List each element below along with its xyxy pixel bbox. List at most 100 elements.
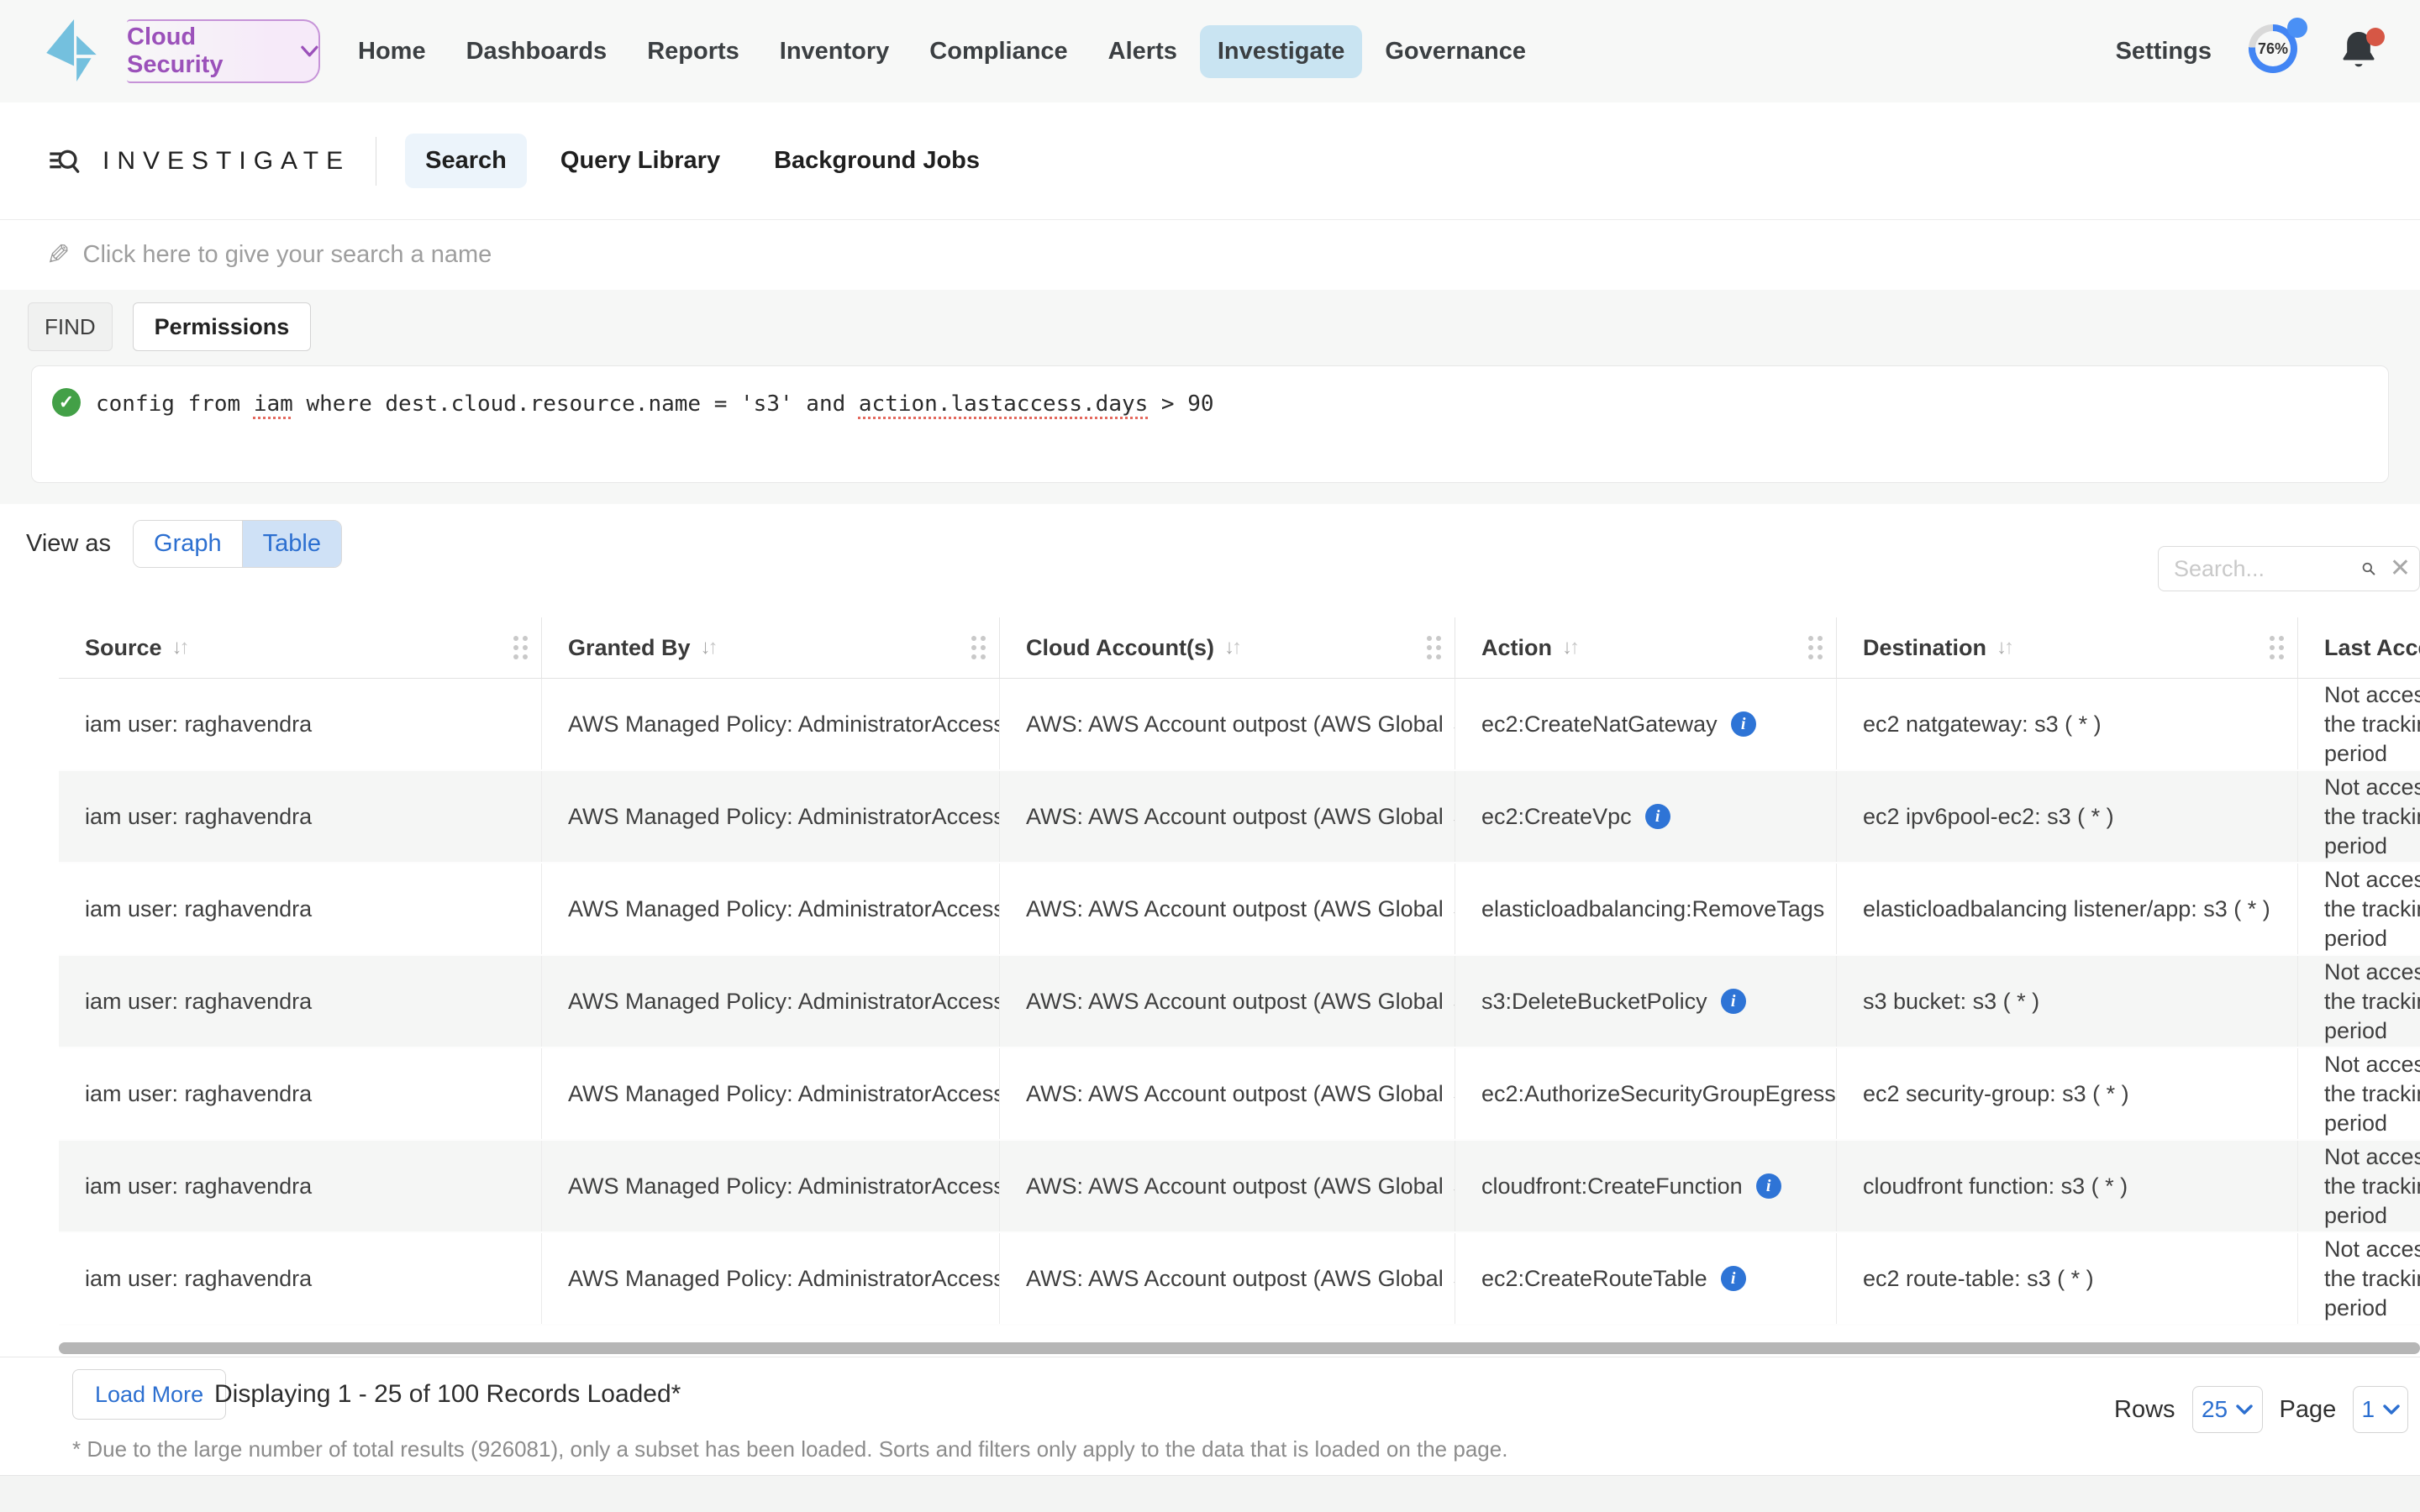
column-label: Cloud Account(s) <box>1026 635 1214 661</box>
table-row[interactable]: iam user: raghavendraAWS Managed Policy:… <box>59 1141 2420 1233</box>
column-header-cloud-account-s[interactable]: Cloud Account(s) ↓↑ <box>1000 617 1455 678</box>
cell-cloud-account-s: AWS: AWS Account outpost (AWS Global → A… <box>1000 864 1455 954</box>
nav-item-investigate[interactable]: Investigate <box>1200 25 1363 78</box>
cell-granted-by: AWS Managed Policy: AdministratorAccess <box>542 679 1000 769</box>
page-number-select[interactable]: 1 <box>2353 1386 2408 1433</box>
cell-text: ec2:CreateVpc <box>1481 804 1632 830</box>
table-search-input[interactable] <box>2174 556 2348 582</box>
cell-source: iam user: raghavendra <box>59 679 542 769</box>
query-token: > 90 <box>1148 391 1213 417</box>
query-input[interactable]: ✓ config from iam where dest.cloud.resou… <box>31 365 2389 483</box>
query-text[interactable]: config from iam where dest.cloud.resourc… <box>96 388 1214 420</box>
tab-background-jobs[interactable]: Background Jobs <box>754 134 1000 188</box>
topbar-right-cluster: Settings 76% <box>2116 24 2420 78</box>
table-row[interactable]: iam user: raghavendra AWS Managed Policy:… <box>59 679 2420 771</box>
column-header-granted-by[interactable]: Granted By↓↑ <box>542 617 1000 678</box>
info-icon[interactable]: i <box>1721 989 1746 1014</box>
nav-item-compliance[interactable]: Compliance <box>912 25 1085 78</box>
product-switcher-label: Cloud Security <box>127 24 289 79</box>
info-icon[interactable]: i <box>1731 711 1756 737</box>
cell-text: iam user: raghavendra <box>85 1081 312 1107</box>
info-icon[interactable]: i <box>1756 1173 1781 1199</box>
clear-search-icon[interactable]: ✕ <box>2390 556 2411 581</box>
query-panel: FIND Permissions ✓ config from iam where… <box>0 290 2420 504</box>
search-name-placeholder[interactable]: Click here to give your search a name <box>83 241 492 269</box>
table-row[interactable]: iam user: raghavendra AWS Managed Policy:… <box>59 1048 2420 1141</box>
info-icon[interactable]: i <box>1721 1266 1746 1291</box>
table-row[interactable]: iam user: raghavendraAWS Managed Policy:… <box>59 864 2420 956</box>
cell-cloud-account-s: AWS: AWS Account outpost (AWS Global → A… <box>1000 771 1455 862</box>
page-tabs: SearchQuery Library Background Jobs <box>405 134 1000 188</box>
page-number-value: 1 <box>2361 1396 2375 1423</box>
horizontal-scrollbar[interactable] <box>59 1342 2420 1354</box>
column-header-source[interactable]: Source↓↑ <box>59 617 542 678</box>
notifications-button[interactable] <box>2339 29 2380 73</box>
column-drag-handle-icon[interactable] <box>1808 636 1823 659</box>
search-name-row[interactable]: ✎ Click here to give your search a name <box>0 220 2420 290</box>
table-row[interactable]: iam user: raghavendraAWS Managed Policy:… <box>59 1233 2420 1326</box>
results-footnote: * Due to the large number of total resul… <box>72 1436 1507 1462</box>
table-row[interactable]: iam user: raghavendraAWS Managed Policy:… <box>59 956 2420 1048</box>
cell-cloud-account-s: AWS: AWS Account outpost (AWS Global → A… <box>1000 1048 1455 1139</box>
nav-item-reports[interactable]: Reports <box>629 25 757 78</box>
cell-action: s3:DeleteBucketPolicyi <box>1455 956 1837 1047</box>
cell-last-access: Not accessed in the tracking period <box>2298 771 2420 862</box>
column-drag-handle-icon[interactable] <box>971 636 986 659</box>
cell-text: ec2 security-group: s3 ( * ) <box>1863 1081 2129 1107</box>
column-drag-handle-icon[interactable] <box>513 636 528 659</box>
cell-destination: ec2 ipv6pool-ec2: s3 ( * ) <box>1837 771 2298 862</box>
nav-item-dashboards[interactable]: Dashboards <box>449 25 625 78</box>
cell-destination: ec2 route-table: s3 ( * ) <box>1837 1233 2298 1324</box>
cell-last-access: Not accessed in the tracking period <box>2298 1141 2420 1231</box>
sort-icon[interactable]: ↓↑ <box>1562 636 1577 659</box>
cell-cloud-account-s: AWS: AWS Account outpost (AWS Global → A… <box>1000 679 1455 769</box>
cell-action: ec2:CreateNatGatewayi <box>1455 679 1837 769</box>
nav-item-home[interactable]: Home <box>340 25 444 78</box>
cell-cloud-account-s: AWS: AWS Account outpost (AWS Global → A… <box>1000 1141 1455 1231</box>
column-header-action[interactable]: Action↓↑ <box>1455 617 1837 678</box>
column-drag-handle-icon[interactable] <box>2270 636 2284 659</box>
nav-item-inventory[interactable]: Inventory <box>762 25 908 78</box>
query-token: action.lastaccess.days <box>859 391 1148 417</box>
table-row[interactable]: iam user: raghavendraAWS Managed Policy:… <box>59 771 2420 864</box>
column-header-destination[interactable]: Destination↓↑ <box>1837 617 2298 678</box>
permissions-button[interactable]: Permissions <box>133 302 312 351</box>
cell-text: cloudfront function: s3 ( * ) <box>1863 1173 2128 1200</box>
tab-query-library[interactable]: Query Library <box>540 134 740 188</box>
column-drag-handle-icon[interactable] <box>1427 636 1441 659</box>
sort-icon[interactable]: ↓↑ <box>172 636 187 659</box>
settings-button[interactable]: Settings <box>2116 38 2212 66</box>
cell-text: AWS Managed Policy: AdministratorAccess <box>568 711 1000 738</box>
cell-text: AWS: AWS Account outpost (AWS Global → A… <box>1026 896 1455 922</box>
cell-text: ec2:AuthorizeSecurityGroupEgress <box>1481 1081 1836 1107</box>
info-icon[interactable]: i <box>1645 804 1670 829</box>
sort-icon[interactable]: ↓↑ <box>701 636 716 659</box>
cell-text: AWS: AWS Account outpost (AWS Global → A… <box>1026 1266 1455 1292</box>
view-toggle: GraphTable <box>133 520 342 568</box>
cell-source: iam user: raghavendra <box>59 1048 542 1139</box>
cell-text: elasticloadbalancing:RemoveTags <box>1481 896 1824 922</box>
cell-destination: s3 bucket: s3 ( * ) <box>1837 956 2298 1047</box>
rows-per-page-select[interactable]: 25 <box>2192 1386 2263 1433</box>
sort-icon[interactable]: ↓↑ <box>1224 636 1239 659</box>
chevron-down-icon <box>2236 1404 2253 1415</box>
product-switcher[interactable]: Cloud Security <box>127 19 320 83</box>
sort-icon[interactable]: ↓↑ <box>1996 636 2012 659</box>
cell-granted-by: AWS Managed Policy: AdministratorAccess <box>542 1048 1000 1139</box>
nav-item-alerts[interactable]: Alerts <box>1091 25 1195 78</box>
search-icon[interactable] <box>2361 556 2376 581</box>
nav-item-governance[interactable]: Governance <box>1367 25 1544 78</box>
usage-progress-ring[interactable]: 76% <box>2249 24 2302 78</box>
cell-action: ec2:CreateVpc i <box>1455 771 1837 862</box>
view-toggle-graph[interactable]: Graph <box>134 521 242 567</box>
table-search-box[interactable]: ✕ <box>2158 546 2420 591</box>
load-more-button[interactable]: Load More <box>72 1369 226 1420</box>
column-header-last-access[interactable]: Last Access↓↑ <box>2298 617 2420 678</box>
query-mode-chips: FIND Permissions <box>28 302 311 351</box>
cell-text: Not accessed in the tracking period <box>2324 1142 2420 1231</box>
cell-action: cloudfront:CreateFunctioni <box>1455 1141 1837 1231</box>
view-toggle-table[interactable]: Table <box>242 521 341 567</box>
cell-text: s3 bucket: s3 ( * ) <box>1863 989 2039 1015</box>
tab-search[interactable]: Search <box>405 134 527 188</box>
brand-logo-icon[interactable] <box>46 19 98 83</box>
